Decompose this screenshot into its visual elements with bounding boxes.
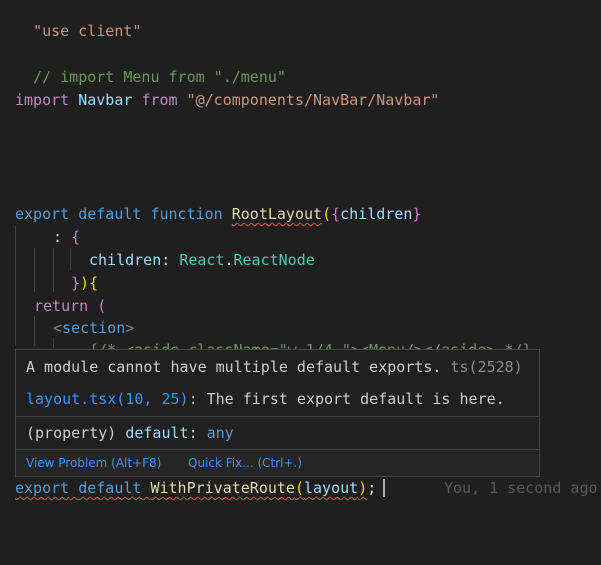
bracket: ( — [322, 205, 332, 223]
keyword-return: return — [34, 297, 89, 315]
error-code: ts(2528) — [450, 358, 523, 376]
cursor — [383, 479, 385, 497]
identifier: children — [340, 205, 413, 223]
indent-guide — [34, 248, 35, 292]
tag-bracket: > — [125, 319, 135, 337]
type-signature: (property) default: any — [26, 422, 234, 444]
indent-guide — [70, 248, 71, 270]
tag-name: section — [62, 319, 126, 337]
keyword-from: from — [141, 91, 178, 109]
type-name: ReactNode — [233, 251, 315, 269]
error-text: A module cannot have multiple default ex… — [26, 358, 442, 376]
type-namespace: React — [179, 251, 225, 269]
sig-colon: : — [188, 424, 198, 442]
sig-name: default — [125, 424, 189, 442]
related-information: layout.tsx(10, 25): The first export def… — [26, 388, 505, 410]
identifier: children — [89, 251, 162, 269]
bracket: ( — [294, 479, 304, 497]
bracket: } — [412, 205, 422, 223]
bracket: ) — [80, 274, 90, 292]
git-blame-annotation: You, 1 second ago — [444, 479, 598, 497]
identifier: layout — [304, 479, 359, 497]
punctuation: ; — [367, 479, 377, 497]
keyword-default: default — [78, 205, 142, 223]
code-line[interactable]: // import Menu from "./menu" — [15, 44, 286, 86]
code-line[interactable]: export default WithPrivateRoute(layout); — [15, 477, 376, 499]
keyword-default: default — [78, 479, 142, 497]
indent-guide — [53, 248, 54, 292]
code-line[interactable]: "use client" — [15, 0, 141, 40]
identifier: Navbar — [78, 91, 133, 109]
code-line[interactable]: }){ — [71, 272, 98, 294]
punctuation: . — [224, 251, 234, 269]
bracket: } — [71, 274, 81, 292]
indent-guide — [53, 338, 54, 348]
error-message: A module cannot have multiple default ex… — [26, 356, 523, 378]
related-message: : The first export default is here. — [188, 390, 505, 408]
bracket: { — [71, 228, 81, 246]
code-line[interactable]: return ( — [34, 295, 106, 317]
indent-guide — [34, 316, 35, 346]
bracket: ( — [88, 297, 107, 315]
keyword-function: function — [150, 205, 223, 223]
hover-tooltip: A module cannot have multiple default ex… — [15, 349, 540, 477]
function-name: WithPrivateRoute — [150, 479, 295, 497]
bracket: { — [89, 274, 99, 292]
quick-fix-link[interactable]: Quick Fix... (Ctrl+.) — [188, 456, 302, 470]
related-location-link[interactable]: layout.tsx(10, 25) — [26, 390, 189, 408]
function-name: RootLayout — [231, 205, 323, 223]
bracket: ) — [358, 479, 368, 497]
string-literal: "use client" — [33, 22, 142, 40]
keyword-import: import — [15, 91, 70, 109]
code-line[interactable]: import Navbar from "@/components/NavBar/… — [15, 89, 439, 111]
punctuation: : — [53, 228, 72, 246]
code-line[interactable]: : { — [53, 226, 80, 248]
sig-type: any — [206, 424, 234, 442]
code-line[interactable]: export default function RootLayout({chil… — [15, 203, 421, 225]
string-literal: "@/components/NavBar/Navbar" — [186, 91, 440, 109]
code-line[interactable]: <section> — [53, 317, 134, 339]
bracket: { — [331, 205, 341, 223]
hover-actions-bar: View Problem (Alt+F8) Quick Fix... (Ctrl… — [16, 449, 539, 476]
code-line[interactable]: children: React.ReactNode — [89, 249, 315, 271]
punctuation: : — [161, 251, 180, 269]
divider — [16, 416, 539, 417]
comment: // import Menu from "./menu" — [33, 68, 286, 86]
keyword-export: export — [15, 205, 70, 223]
sig-kind: (property) — [26, 424, 117, 442]
tag-bracket: < — [53, 319, 63, 337]
indent-guide — [15, 226, 16, 346]
view-problem-link[interactable]: View Problem (Alt+F8) — [26, 456, 161, 470]
keyword-export: export — [15, 479, 70, 497]
